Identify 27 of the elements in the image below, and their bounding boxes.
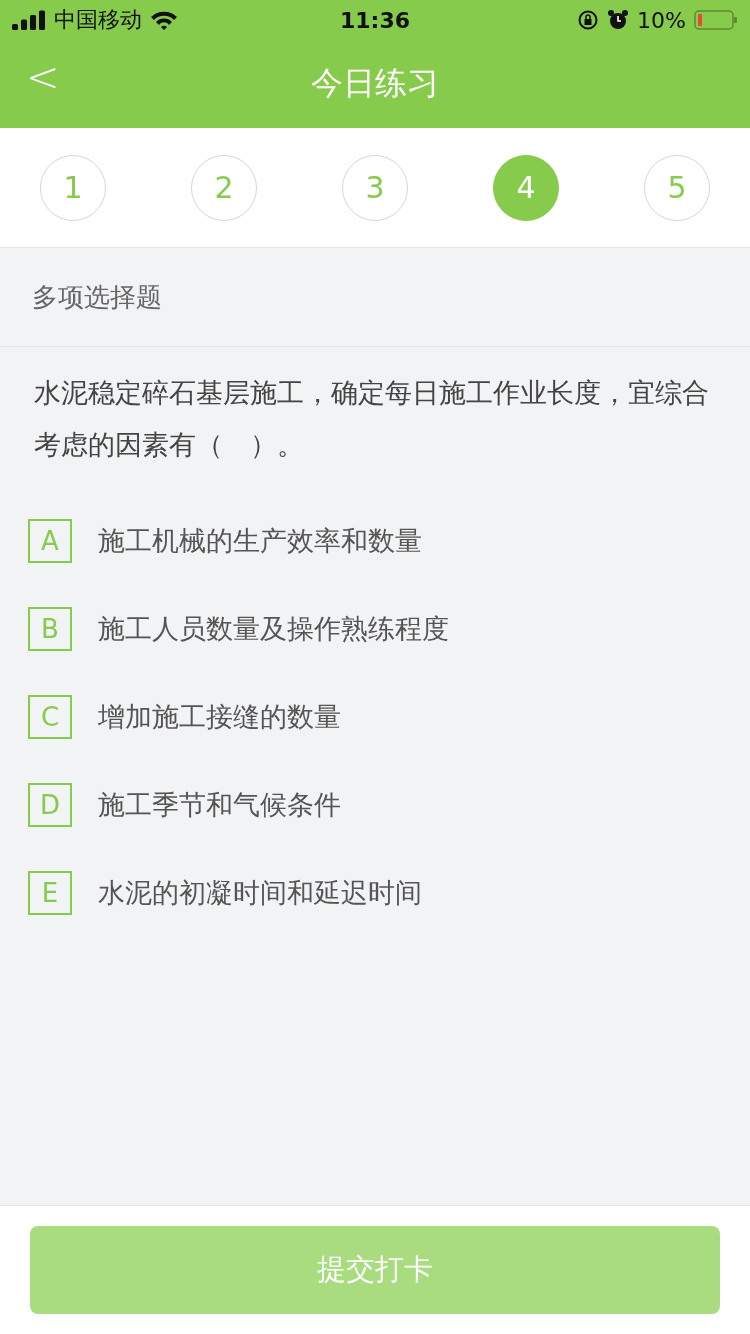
page-title: 今日练习 xyxy=(311,63,439,104)
question-type: 多项选择题 xyxy=(32,280,162,314)
question-number-tab[interactable]: 5 xyxy=(644,154,710,221)
question-text: 水泥稳定碎石基层施工，确定每日施工作业长度，宜综合考虑的因素有（ ）。 xyxy=(34,376,710,462)
signal-icon xyxy=(12,10,46,30)
alarm-icon xyxy=(607,9,630,31)
status-time: 11:36 xyxy=(340,7,410,33)
carrier-name: 中国移动 xyxy=(54,6,142,34)
question-number-tab[interactable]: 2 xyxy=(191,154,257,221)
battery-icon xyxy=(694,9,738,31)
battery-percent: 10% xyxy=(637,7,686,33)
rotation-lock-icon xyxy=(577,9,600,31)
wifi-icon xyxy=(150,10,178,30)
question-number-tab[interactable]: 1 xyxy=(40,154,106,221)
option-checkbox[interactable]: A xyxy=(28,519,72,563)
option-text[interactable]: 施工季节和气候条件 xyxy=(98,787,341,823)
back-button[interactable]: < xyxy=(26,54,60,100)
option-text[interactable]: 增加施工接缝的数量 xyxy=(98,699,341,735)
question-number-tab[interactable]: 4 xyxy=(493,154,559,221)
option-text[interactable]: 施工人员数量及操作熟练程度 xyxy=(98,611,449,647)
option-checkbox[interactable]: C xyxy=(28,695,72,739)
option-text[interactable]: 施工机械的生产效率和数量 xyxy=(98,523,422,559)
option-checkbox[interactable]: D xyxy=(28,783,72,827)
option-checkbox[interactable]: E xyxy=(28,871,72,915)
question-number-tab[interactable]: 3 xyxy=(342,154,408,221)
option-checkbox[interactable]: B xyxy=(28,607,72,651)
option-text[interactable]: 水泥的初凝时间和延迟时间 xyxy=(98,875,422,911)
